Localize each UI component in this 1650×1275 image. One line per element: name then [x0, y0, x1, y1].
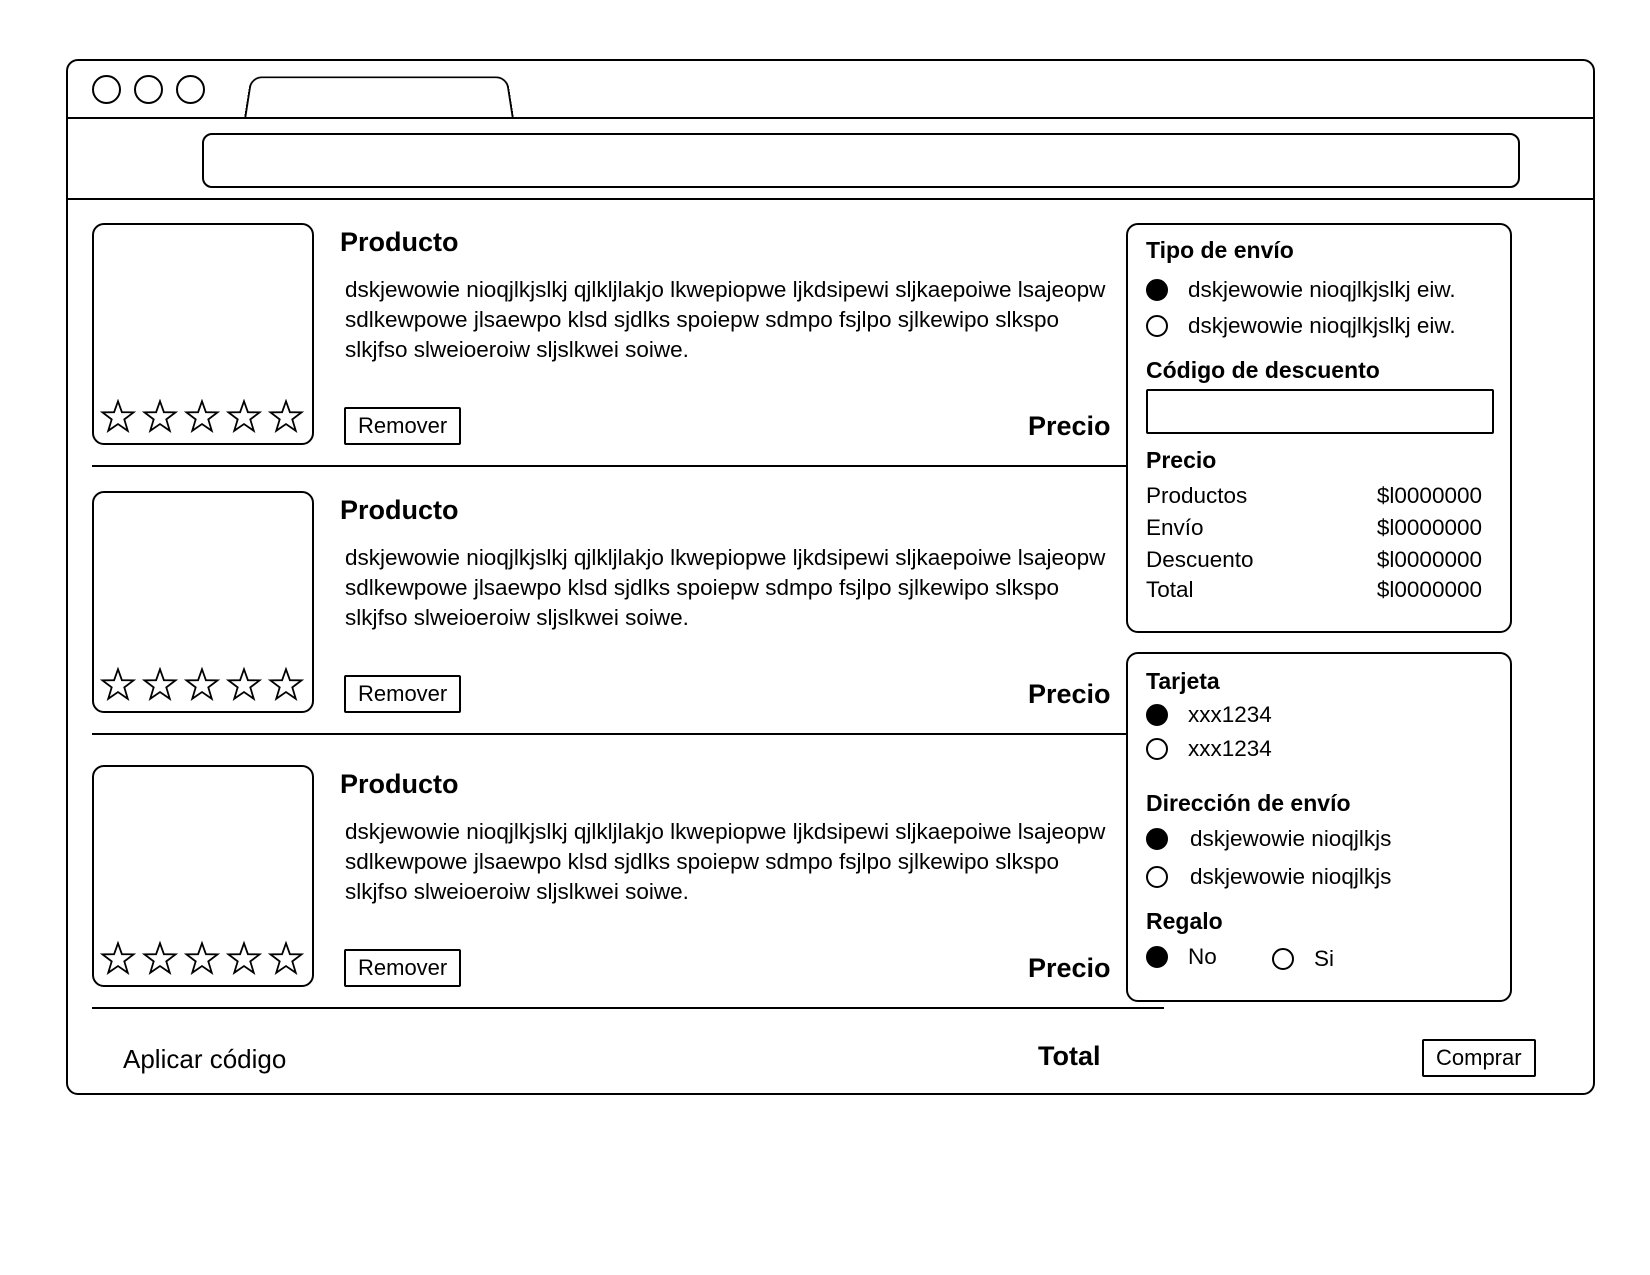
radio-unselected-icon[interactable]: [1146, 866, 1168, 888]
shipping-type-heading: Tipo de envío: [1146, 237, 1294, 263]
discount-code-heading: Código de descuento: [1146, 357, 1380, 383]
shipping-option[interactable]: dskjewowie nioqjlkjslkj eiw.: [1146, 313, 1456, 339]
order-total-label: Total: [1038, 1041, 1101, 1071]
cart-item: Producto dskjewowie nioqjlkjslkj qjlkljl…: [92, 491, 1164, 761]
star-outline-icon[interactable]: [100, 399, 136, 435]
summary-row: Productos $l0000000: [1146, 483, 1482, 509]
price-heading: Precio: [1146, 447, 1217, 473]
address-option-label: dskjewowie nioqjlkjs: [1190, 826, 1392, 851]
shipping-address-heading: Dirección de envío: [1146, 790, 1351, 816]
shipping-option[interactable]: dskjewowie nioqjlkjslkj eiw.: [1146, 277, 1456, 303]
card-option[interactable]: xxx1234: [1146, 736, 1272, 762]
buy-button[interactable]: Comprar: [1422, 1039, 1536, 1077]
cart-item: Producto dskjewowie nioqjlkjslkj qjlkljl…: [92, 223, 1164, 493]
summary-label: Productos: [1146, 483, 1248, 508]
star-outline-icon[interactable]: [100, 941, 136, 977]
star-outline-icon[interactable]: [268, 667, 304, 703]
summary-value: $l0000000: [1376, 577, 1482, 602]
star-rating[interactable]: [100, 667, 304, 703]
radio-selected-icon[interactable]: [1146, 828, 1168, 850]
product-description: dskjewowie nioqjlkjslkj qjlkljlakjo lkwe…: [345, 277, 1106, 362]
address-option[interactable]: dskjewowie nioqjlkjs: [1146, 826, 1391, 852]
titlebar-divider: [68, 117, 1593, 119]
star-outline-icon[interactable]: [268, 941, 304, 977]
star-rating[interactable]: [100, 399, 304, 435]
star-outline-icon[interactable]: [142, 399, 178, 435]
summary-value: $l0000000: [1376, 483, 1482, 508]
radio-selected-icon[interactable]: [1146, 279, 1168, 301]
summary-label: Total: [1146, 577, 1194, 602]
star-outline-icon[interactable]: [100, 667, 136, 703]
radio-selected-icon[interactable]: [1146, 946, 1168, 968]
star-rating[interactable]: [100, 941, 304, 977]
radio-unselected-icon[interactable]: [1272, 948, 1294, 970]
gift-heading: Regalo: [1146, 908, 1223, 934]
shipping-summary-panel: Tipo de envío dskjewowie nioqjlkjslkj ei…: [1126, 223, 1512, 633]
gift-option[interactable]: Si: [1272, 946, 1334, 972]
browser-window: Producto dskjewowie nioqjlkjslkj qjlkljl…: [66, 59, 1595, 1095]
item-divider: [92, 465, 1164, 467]
star-outline-icon[interactable]: [226, 667, 262, 703]
gift-option-label: No: [1188, 944, 1217, 969]
product-price: Precio: [1028, 953, 1111, 983]
radio-selected-icon[interactable]: [1146, 704, 1168, 726]
product-image: [92, 491, 314, 713]
card-option-label: xxx1234: [1188, 702, 1272, 727]
apply-code-link[interactable]: Aplicar código: [123, 1044, 286, 1075]
summary-row: Descuento $l0000000: [1146, 547, 1482, 573]
address-option[interactable]: dskjewowie nioqjlkjs: [1146, 864, 1391, 890]
payment-panel: Tarjeta xxx1234 xxx1234 Dirección de env…: [1126, 652, 1512, 1002]
star-outline-icon[interactable]: [268, 399, 304, 435]
card-heading: Tarjeta: [1146, 668, 1220, 694]
star-outline-icon[interactable]: [142, 941, 178, 977]
item-divider: [92, 1007, 1164, 1009]
gift-option-label: Si: [1314, 946, 1335, 971]
radio-unselected-icon[interactable]: [1146, 738, 1168, 760]
product-title: Producto: [340, 769, 459, 799]
address-bar[interactable]: [202, 133, 1520, 188]
toolbar-divider: [68, 198, 1593, 200]
product-price: Precio: [1028, 679, 1111, 709]
address-option-label: dskjewowie nioqjlkjs: [1190, 864, 1392, 889]
gift-option[interactable]: No: [1146, 944, 1217, 970]
product-description: dskjewowie nioqjlkjslkj qjlkljlakjo lkwe…: [345, 819, 1106, 904]
cart-item: Producto dskjewowie nioqjlkjslkj qjlkljl…: [92, 765, 1164, 1035]
browser-tab[interactable]: [244, 76, 514, 119]
product-title: Producto: [340, 495, 459, 525]
summary-value: $l0000000: [1376, 547, 1482, 572]
discount-code-input[interactable]: [1146, 389, 1494, 434]
card-option[interactable]: xxx1234: [1146, 702, 1272, 728]
window-minimize-icon[interactable]: [134, 75, 163, 104]
summary-label: Envío: [1146, 515, 1204, 540]
star-outline-icon[interactable]: [142, 667, 178, 703]
summary-value: $l0000000: [1376, 515, 1482, 540]
summary-label: Descuento: [1146, 547, 1254, 572]
product-image: [92, 765, 314, 987]
star-outline-icon[interactable]: [184, 399, 220, 435]
product-image: [92, 223, 314, 445]
remove-button[interactable]: Remover: [344, 407, 462, 445]
star-outline-icon[interactable]: [184, 667, 220, 703]
star-outline-icon[interactable]: [184, 941, 220, 977]
window-maximize-icon[interactable]: [176, 75, 205, 104]
item-divider: [92, 733, 1164, 735]
shipping-option-label: dskjewowie nioqjlkjslkj eiw.: [1188, 277, 1456, 302]
product-title: Producto: [340, 227, 459, 257]
product-price: Precio: [1028, 411, 1111, 441]
product-description: dskjewowie nioqjlkjslkj qjlkljlakjo lkwe…: [345, 545, 1106, 630]
shipping-option-label: dskjewowie nioqjlkjslkj eiw.: [1188, 313, 1456, 338]
remove-button[interactable]: Remover: [344, 675, 462, 713]
card-option-label: xxx1234: [1188, 736, 1272, 761]
window-close-icon[interactable]: [92, 75, 121, 104]
summary-row: Envío $l0000000: [1146, 515, 1482, 541]
star-outline-icon[interactable]: [226, 941, 262, 977]
summary-row: Total $l0000000: [1146, 577, 1482, 603]
star-outline-icon[interactable]: [226, 399, 262, 435]
remove-button[interactable]: Remover: [344, 949, 462, 987]
radio-unselected-icon[interactable]: [1146, 315, 1168, 337]
